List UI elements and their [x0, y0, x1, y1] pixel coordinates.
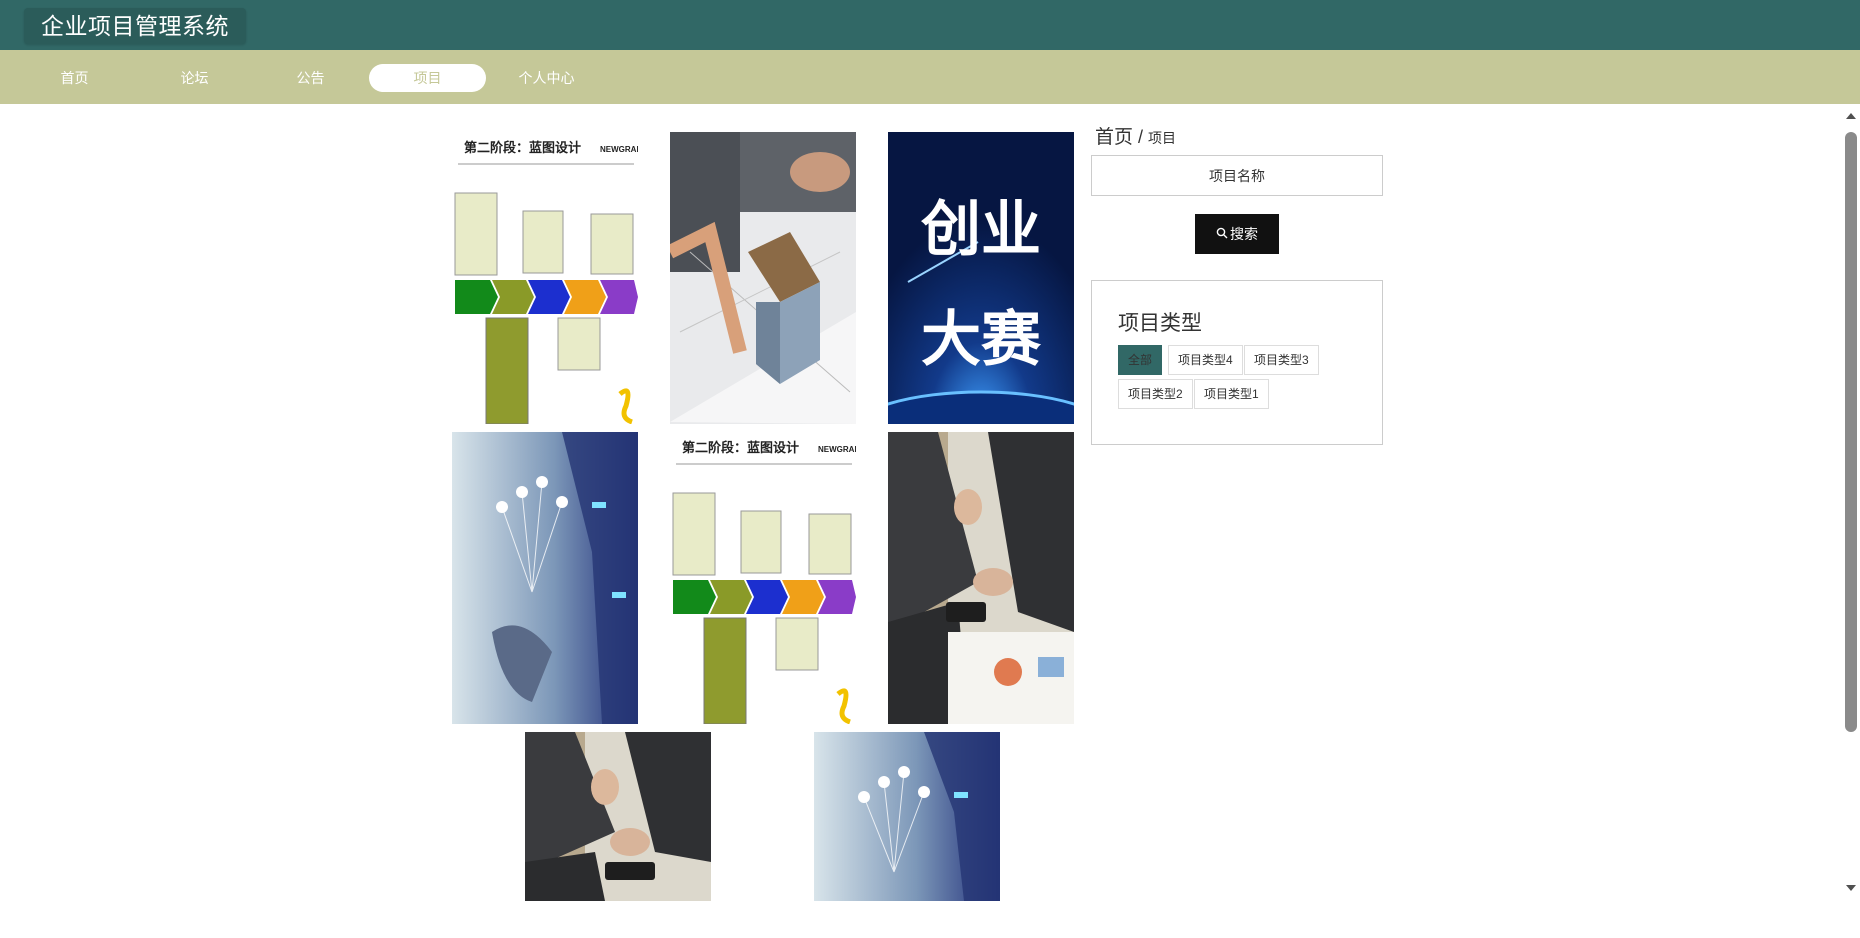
image-title-text: 第二阶段：蓝图设计: [464, 140, 581, 155]
project-card[interactable]: [888, 432, 1074, 724]
project-card[interactable]: [452, 432, 638, 724]
digital-tech-image: [814, 732, 1000, 901]
startup-contest-poster-image: 创业 大赛: [888, 132, 1074, 424]
app-title: 企业项目管理系统: [24, 8, 246, 44]
nav-item-profile[interactable]: 个人中心: [488, 64, 605, 92]
poster-line2-text: 大赛: [921, 305, 1042, 375]
breadcrumb-separator: /: [1138, 127, 1144, 147]
nav-item-project[interactable]: 项目: [369, 64, 486, 92]
business-meeting-image: [525, 732, 711, 901]
house-model-image: [670, 132, 856, 424]
type-tag-4[interactable]: 项目类型4: [1168, 345, 1243, 375]
image-title-text: 第二阶段：蓝图设计: [682, 440, 799, 455]
search-input[interactable]: [1091, 155, 1383, 196]
project-card[interactable]: 创业 大赛: [888, 132, 1074, 424]
breadcrumb: 首页 / 项目: [1095, 122, 1177, 148]
project-card[interactable]: [670, 132, 856, 424]
scroll-down-icon[interactable]: [1846, 885, 1856, 891]
blueprint-diagram-image: 第二阶段：蓝图设计 NEWGRAND: [452, 132, 638, 424]
image-brand-text: NEWGRAND: [818, 445, 856, 454]
business-meeting-image: [888, 432, 1074, 724]
search-button-label: 搜索: [1230, 226, 1258, 242]
project-card[interactable]: 第二阶段：蓝图设计 NEWGRAND: [452, 132, 638, 424]
type-tag-1[interactable]: 项目类型1: [1194, 379, 1269, 409]
page-scrollbar[interactable]: [1843, 112, 1860, 892]
scroll-up-icon[interactable]: [1846, 113, 1856, 119]
blueprint-diagram-image: 第二阶段：蓝图设计 NEWGRAND: [670, 432, 856, 724]
project-type-title: 项目类型: [1118, 312, 1202, 335]
nav-bar: 首页 论坛 公告 项目 个人中心: [0, 50, 1860, 104]
type-tag-2[interactable]: 项目类型2: [1118, 379, 1193, 409]
type-tag-3[interactable]: 项目类型3: [1244, 345, 1319, 375]
poster-line1-text: 创业: [921, 195, 1041, 265]
project-card[interactable]: [814, 732, 1000, 901]
project-type-panel: 项目类型 全部 项目类型4 项目类型3 项目类型2 项目类型1: [1091, 280, 1383, 445]
type-tag-all[interactable]: 全部: [1118, 345, 1163, 375]
project-card[interactable]: [525, 732, 711, 901]
digital-tech-image: [452, 432, 638, 724]
search-button[interactable]: 搜索: [1195, 214, 1279, 254]
project-card[interactable]: 第二阶段：蓝图设计 NEWGRAND: [670, 432, 856, 724]
nav-item-forum[interactable]: 论坛: [136, 64, 253, 92]
scroll-thumb[interactable]: [1845, 132, 1857, 732]
search-icon: [1216, 227, 1228, 242]
breadcrumb-current: 项目: [1148, 130, 1177, 146]
image-brand-text: NEWGRAND: [600, 145, 638, 154]
breadcrumb-home[interactable]: 首页: [1095, 127, 1133, 148]
top-header: 企业项目管理系统: [0, 0, 1860, 50]
nav-item-announcement[interactable]: 公告: [252, 64, 369, 92]
nav-item-home[interactable]: 首页: [16, 64, 133, 92]
